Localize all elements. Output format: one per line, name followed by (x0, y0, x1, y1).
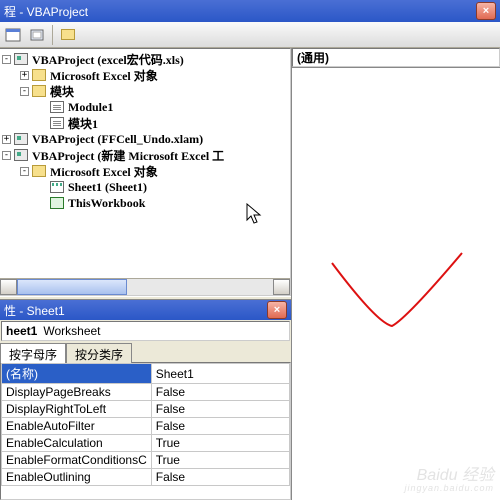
property-name: EnableCalculation (2, 435, 152, 452)
object-name: heet1 (6, 324, 37, 338)
tree-horizontal-scrollbar[interactable] (0, 278, 290, 295)
properties-grid[interactable]: (名称)Sheet1DisplayPageBreaksFalseDisplayR… (0, 362, 291, 500)
tree-node-label: Sheet1 (Sheet1) (68, 180, 147, 195)
wb-icon (50, 197, 64, 209)
property-value[interactable]: False (151, 384, 289, 401)
tree-node[interactable]: Module1 (0, 99, 290, 115)
module-icon (50, 101, 64, 113)
folder-icon (32, 165, 46, 177)
properties-title: 性 - Sheet1 (4, 302, 65, 319)
property-name: EnableAutoFilter (2, 418, 152, 435)
tree-node[interactable]: Sheet1 (Sheet1) (0, 179, 290, 195)
object-dropdown[interactable]: (通用) (292, 48, 500, 67)
property-name: DisplayRightToLeft (2, 401, 152, 418)
tree-node-label: VBAProject (新建 Microsoft Excel 工 (32, 147, 224, 164)
expand-icon[interactable]: + (2, 135, 11, 144)
close-icon[interactable]: × (267, 301, 287, 319)
toggle-folders-icon[interactable] (57, 24, 79, 46)
property-value[interactable]: False (151, 418, 289, 435)
proj-icon (14, 133, 28, 145)
tree-node[interactable]: - VBAProject (excel宏代码.xls) (0, 51, 290, 67)
tree-node[interactable]: ThisWorkbook (0, 195, 290, 211)
toolbar-divider (52, 25, 53, 45)
tree-node-label: Module1 (68, 100, 113, 115)
folder-icon (32, 85, 46, 97)
annotation-checkmark (327, 248, 467, 338)
property-row[interactable]: EnableFormatConditionsCTrue (2, 452, 290, 469)
property-value[interactable]: False (151, 469, 289, 486)
properties-tabs: 按字母序 按分类序 (0, 342, 291, 362)
property-row[interactable]: DisplayRightToLeftFalse (2, 401, 290, 418)
tab-alphabetic[interactable]: 按字母序 (0, 343, 66, 363)
tree-node[interactable]: - 模块 (0, 83, 290, 99)
property-row[interactable]: EnableOutliningFalse (2, 469, 290, 486)
object-selector-dropdown[interactable]: heet1 Worksheet (1, 321, 290, 341)
scroll-thumb[interactable] (17, 279, 127, 295)
tree-node-label: VBAProject (FFCell_Undo.xlam) (32, 132, 203, 147)
property-value[interactable]: True (151, 435, 289, 452)
property-value[interactable]: False (151, 401, 289, 418)
properties-titlebar[interactable]: 性 - Sheet1 × (0, 300, 291, 320)
scroll-right-button[interactable] (273, 279, 290, 295)
scroll-left-button[interactable] (0, 279, 17, 295)
expand-icon[interactable]: + (20, 71, 29, 80)
project-explorer-toolbar (0, 22, 500, 48)
property-row[interactable]: DisplayPageBreaksFalse (2, 384, 290, 401)
tree-node-label: 模块1 (68, 115, 98, 132)
sheet-icon (50, 181, 64, 193)
tree-node[interactable]: - Microsoft Excel 对象 (0, 163, 290, 179)
tree-node-label: VBAProject (excel宏代码.xls) (32, 51, 184, 68)
tree-node[interactable]: + Microsoft Excel 对象 (0, 67, 290, 83)
tree-node-label: ThisWorkbook (68, 196, 145, 211)
tree-node-label: Microsoft Excel 对象 (50, 67, 158, 84)
code-pane: (通用) (292, 48, 500, 500)
collapse-icon[interactable]: - (20, 167, 29, 176)
property-row[interactable]: EnableAutoFilterFalse (2, 418, 290, 435)
project-tree[interactable]: -VBAProject (excel宏代码.xls)+Microsoft Exc… (0, 48, 291, 296)
project-explorer-title: 程 - VBAProject (4, 3, 88, 20)
view-code-icon[interactable] (2, 24, 24, 46)
folder-icon (32, 69, 46, 81)
tree-node-label: Microsoft Excel 对象 (50, 163, 158, 180)
collapse-icon[interactable]: - (2, 151, 11, 160)
proj-icon (14, 53, 28, 65)
property-name: (名称) (2, 364, 152, 384)
property-name: EnableFormatConditionsC (2, 452, 152, 469)
proj-icon (14, 149, 28, 161)
tree-node[interactable]: - VBAProject (新建 Microsoft Excel 工 (0, 147, 290, 163)
view-object-icon[interactable] (26, 24, 48, 46)
tree-node[interactable]: 模块1 (0, 115, 290, 131)
collapse-icon[interactable]: - (2, 55, 11, 64)
property-row[interactable]: EnableCalculationTrue (2, 435, 290, 452)
property-value[interactable]: Sheet1 (151, 364, 289, 384)
object-type: Worksheet (43, 324, 100, 338)
tree-node[interactable]: + VBAProject (FFCell_Undo.xlam) (0, 131, 290, 147)
tab-categorized[interactable]: 按分类序 (66, 343, 132, 363)
property-name: DisplayPageBreaks (2, 384, 152, 401)
close-icon[interactable]: × (476, 2, 496, 20)
code-editor[interactable] (292, 68, 500, 500)
property-row[interactable]: (名称)Sheet1 (2, 364, 290, 384)
tree-node-label: 模块 (50, 83, 74, 100)
project-explorer-titlebar[interactable]: 程 - VBAProject × (0, 0, 500, 22)
property-value[interactable]: True (151, 452, 289, 469)
collapse-icon[interactable]: - (20, 87, 29, 96)
module-icon (50, 117, 64, 129)
property-name: EnableOutlining (2, 469, 152, 486)
